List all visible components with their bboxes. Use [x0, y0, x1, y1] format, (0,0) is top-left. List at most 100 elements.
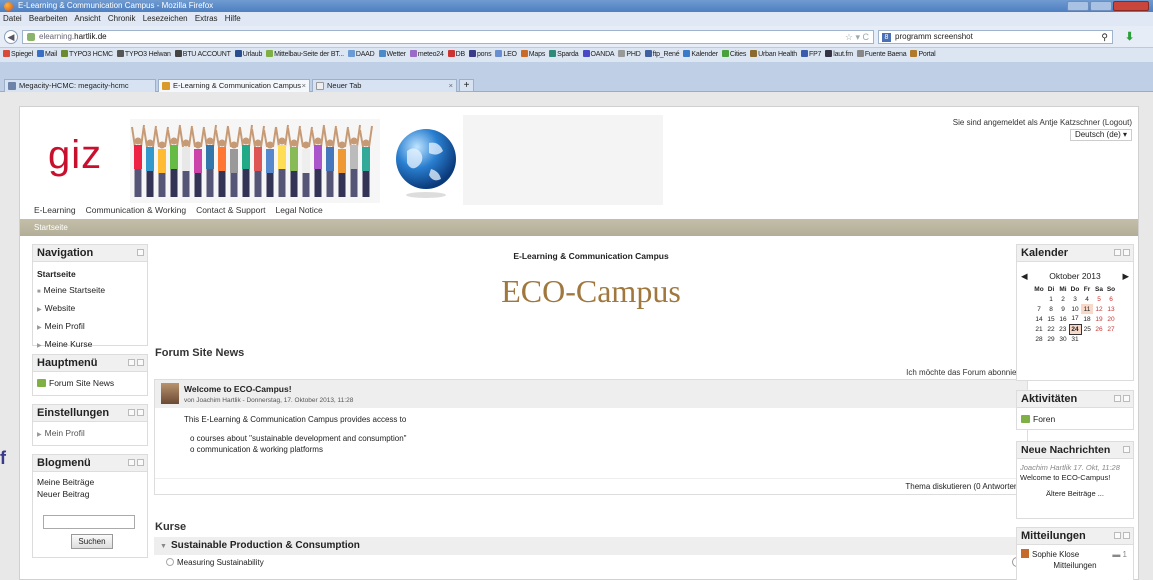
collapse-icon[interactable] [1123, 532, 1130, 539]
bookmark-item[interactable]: Urlaub [234, 50, 262, 58]
menu-ansicht[interactable]: Ansicht [74, 14, 100, 23]
bookmark-item[interactable]: OANDA [582, 50, 615, 58]
search-input[interactable]: 8 programm screenshot ⚲ [878, 30, 1113, 44]
calendar-day[interactable]: 23 [1057, 324, 1069, 334]
calendar-day[interactable]: 9 [1057, 304, 1069, 314]
bookmark-item[interactable]: Mail [36, 50, 57, 58]
calendar-day[interactable]: 19 [1093, 314, 1105, 324]
calendar-day[interactable]: 26 [1093, 324, 1105, 334]
calendar-day[interactable]: 24 [1068, 323, 1082, 335]
message-sender[interactable]: Sophie Klose ▬ 1 [1021, 549, 1129, 560]
back-button[interactable]: ◀ [4, 30, 18, 44]
calendar-day[interactable]: 25 [1081, 324, 1093, 334]
tab-new[interactable]: Neuer Tab × [312, 79, 457, 92]
move-icon[interactable] [128, 459, 135, 466]
calendar-day[interactable]: 2 [1057, 294, 1069, 304]
calendar-day[interactable]: 8 [1045, 304, 1057, 314]
settings-profile-link[interactable]: ▶ Mein Profil [33, 422, 147, 447]
menu-lesezeichen[interactable]: Lesezeichen [143, 14, 188, 23]
bookmark-star-icon[interactable]: ☆ ▾ C [845, 31, 869, 43]
older-posts-link[interactable]: Ältere Beiträge ... [1020, 489, 1130, 499]
menu-chronik[interactable]: Chronik [108, 14, 136, 23]
calendar-day[interactable]: 15 [1045, 314, 1057, 324]
bookmark-item[interactable]: Maps [520, 50, 545, 58]
calendar-day[interactable]: 13 [1105, 304, 1117, 314]
calendar-day[interactable]: 1 [1045, 294, 1057, 304]
move-icon[interactable] [1114, 395, 1121, 402]
calendar-day[interactable]: 21 [1033, 324, 1045, 334]
nav-meine-kurse[interactable]: ▶ Meine Kurse [37, 336, 143, 354]
next-month-icon[interactable]: ▶ [1122, 268, 1129, 284]
tab-close-icon[interactable]: × [449, 80, 453, 92]
bookmark-item[interactable]: PHD [618, 50, 641, 58]
bookmark-item[interactable]: DB [447, 50, 465, 58]
collapse-icon[interactable] [1123, 446, 1130, 453]
bookmark-item[interactable]: pons [468, 50, 492, 58]
collapse-icon[interactable] [137, 459, 144, 466]
search-engine-icon[interactable]: 8 [882, 33, 891, 42]
calendar-day[interactable]: 5 [1093, 294, 1105, 304]
calendar-day[interactable]: 30 [1057, 334, 1069, 344]
calendar-day[interactable]: 3 [1069, 294, 1081, 304]
prev-month-icon[interactable]: ◀ [1021, 268, 1028, 284]
search-icon[interactable]: ⚲ [1101, 31, 1108, 43]
maximize-button[interactable] [1090, 1, 1112, 11]
calendar-day[interactable]: 10 [1069, 304, 1081, 314]
calendar-day[interactable]: 14 [1033, 314, 1045, 324]
bookmark-item[interactable]: Portal [910, 50, 936, 58]
move-icon[interactable] [1114, 249, 1121, 256]
discuss-link[interactable]: Thema diskutieren (0 Antworten) [155, 478, 1027, 495]
foren-link[interactable]: Foren [1017, 408, 1133, 431]
collapse-icon[interactable] [1123, 249, 1130, 256]
menu-datei[interactable]: Datei [3, 14, 22, 23]
calendar-day[interactable]: 29 [1045, 334, 1057, 344]
site-identity-icon[interactable] [27, 33, 35, 41]
news-item-link[interactable]: Welcome to ECO-Campus! [1020, 473, 1130, 483]
collapse-icon[interactable] [137, 409, 144, 416]
breadcrumb-home[interactable]: Startseite [34, 223, 68, 232]
calendar-day[interactable]: 7 [1033, 304, 1045, 314]
blog-search-input[interactable] [43, 515, 135, 529]
new-tab-button[interactable]: + [459, 79, 474, 92]
nav-startseite[interactable]: Startseite [37, 266, 143, 282]
move-icon[interactable] [1114, 532, 1121, 539]
bookmark-item[interactable]: laut.fm [825, 50, 853, 58]
nav-legal[interactable]: Legal Notice [276, 205, 323, 215]
subscribe-link[interactable]: Ich möchte das Forum abonnieren [906, 368, 1028, 377]
bookmark-item[interactable]: TYPO3 Helwan [116, 50, 171, 58]
calendar-day[interactable]: 27 [1105, 324, 1117, 334]
menu-hilfe[interactable]: Hilfe [225, 14, 241, 23]
bookmark-item[interactable]: Wetter [378, 50, 406, 58]
bookmark-item[interactable]: LEO [495, 50, 517, 58]
calendar-day[interactable]: 4 [1081, 294, 1093, 304]
messages-link[interactable]: Mitteilungen [1021, 560, 1129, 571]
nav-contact[interactable]: Contact & Support [196, 205, 265, 215]
calendar-day[interactable]: 28 [1033, 334, 1045, 344]
my-posts-link[interactable]: Meine Beiträge [37, 476, 143, 488]
calendar-day[interactable]: 12 [1093, 304, 1105, 314]
forum-site-news-link[interactable]: Forum Site News [33, 372, 147, 395]
calendar-day[interactable]: 22 [1045, 324, 1057, 334]
bookmark-item[interactable]: ftp_René [644, 50, 680, 58]
nav-mein-profil[interactable]: ▶ Mein Profil [37, 318, 143, 336]
bookmark-item[interactable]: Urban Health [750, 50, 797, 58]
bookmark-item[interactable]: DAAD [347, 50, 375, 58]
bookmark-item[interactable]: Sparda [549, 50, 579, 58]
nav-meine-startseite[interactable]: ■ Meine Startseite [37, 282, 143, 300]
collapse-icon[interactable] [137, 359, 144, 366]
tab-elearning[interactable]: E-Learning & Communication Campus × [158, 79, 310, 92]
download-icon[interactable]: ⬇ [1125, 30, 1134, 43]
login-info[interactable]: Sie sind angemeldet als Antje Katzschner… [953, 118, 1132, 127]
calendar-day[interactable]: 16 [1057, 314, 1069, 324]
calendar-day[interactable]: 31 [1069, 334, 1081, 344]
course-section[interactable]: ▼ Sustainable Production & Consumption [154, 537, 1028, 555]
url-bar[interactable]: elearning.hartlik.de ☆ ▾ C [22, 30, 874, 44]
move-icon[interactable] [128, 409, 135, 416]
bookmark-item[interactable]: FP7 [801, 50, 821, 58]
close-button[interactable] [1113, 1, 1149, 11]
collapse-icon[interactable] [1123, 395, 1130, 402]
tab-close-icon[interactable]: × [302, 80, 306, 92]
nav-website[interactable]: ▶ Website [37, 300, 143, 318]
bookmark-item[interactable]: Mittelbau-Seite der BT... [266, 50, 344, 58]
search-button[interactable]: Suchen [71, 534, 113, 549]
